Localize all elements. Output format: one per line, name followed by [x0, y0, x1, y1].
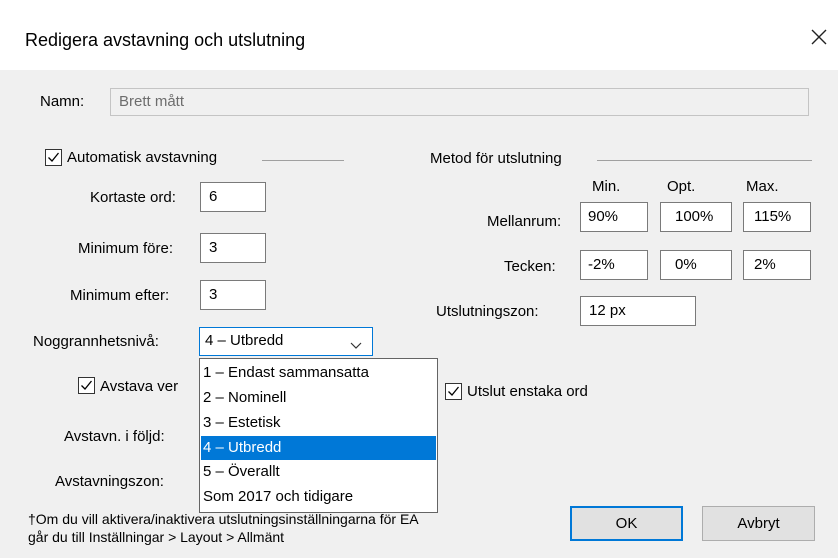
hyphenation-zone-label: Avstavningszon: [55, 473, 164, 490]
word-spacing-label: Mellanrum: [487, 213, 562, 230]
ok-button[interactable]: OK [570, 506, 683, 541]
hyphenate-caps-checkbox[interactable] [78, 377, 95, 394]
group-separator [262, 160, 344, 161]
dropdown-option-selected[interactable]: 4 – Utbredd [201, 436, 436, 460]
column-max-label: Max. [746, 178, 779, 195]
justification-heading: Metod för utslutning [430, 150, 562, 167]
footnote-line-2: går du till Inställningar > Layout > All… [28, 529, 285, 545]
char-spacing-max-input[interactable]: 2% [743, 250, 811, 280]
shortest-word-label: Kortaste ord: [90, 189, 176, 206]
column-min-label: Min. [592, 178, 621, 195]
title-bar: Redigera avstavning och utslutning [0, 0, 838, 70]
word-spacing-opt-input[interactable]: 100% [660, 202, 732, 232]
precision-select-value: 4 – Utbredd [205, 332, 284, 349]
name-label: Namn: [40, 93, 85, 110]
char-spacing-min-input[interactable]: -2% [580, 250, 648, 280]
cancel-button[interactable]: Avbryt [702, 506, 815, 541]
precision-select[interactable]: 4 – Utbredd [199, 327, 373, 356]
close-icon[interactable] [808, 26, 830, 48]
min-after-input[interactable]: 3 [200, 280, 266, 310]
justification-zone-label: Utslutningszon: [436, 303, 539, 320]
min-after-label: Minimum efter: [70, 287, 170, 304]
dropdown-option[interactable]: 1 – Endast sammansatta [201, 361, 436, 385]
justification-zone-input[interactable]: 12 px [580, 296, 696, 326]
dialog-title: Redigera avstavning och utslutning [25, 30, 306, 50]
shortest-word-input[interactable]: 6 [200, 182, 266, 212]
chevron-down-icon [350, 337, 362, 355]
column-opt-label: Opt. [667, 178, 696, 195]
precision-dropdown-list: 1 – Endast sammansatta 2 – Nominell 3 – … [199, 358, 438, 513]
dropdown-option[interactable]: 2 – Nominell [201, 386, 436, 410]
dialog: Redigera avstavning och utslutning Namn:… [0, 0, 838, 558]
word-spacing-min-input[interactable]: 90% [580, 202, 648, 232]
precision-label: Noggrannhetsnivå: [33, 333, 159, 350]
hyphens-in-row-label: Avstavn. i följd: [64, 428, 165, 445]
dropdown-option[interactable]: Som 2017 och tidigare [201, 485, 436, 509]
auto-hyphenation-checkbox[interactable] [45, 149, 62, 166]
justify-single-word-label: Utslut enstaka ord [467, 383, 588, 400]
dropdown-option[interactable]: 5 – Överallt [201, 460, 436, 484]
hyphenate-caps-label: Avstava ver [100, 378, 179, 395]
char-spacing-label: Tecken: [504, 258, 556, 275]
min-before-input[interactable]: 3 [200, 233, 266, 263]
dropdown-option[interactable]: 3 – Estetisk [201, 411, 436, 435]
char-spacing-opt-input[interactable]: 0% [660, 250, 732, 280]
min-before-label: Minimum före: [78, 240, 174, 257]
word-spacing-max-input[interactable]: 115% [743, 202, 811, 232]
name-field: Brett mått [110, 88, 809, 116]
group-separator [597, 160, 812, 161]
justify-single-word-checkbox[interactable] [445, 383, 462, 400]
auto-hyphenation-label: Automatisk avstavning [67, 149, 218, 166]
